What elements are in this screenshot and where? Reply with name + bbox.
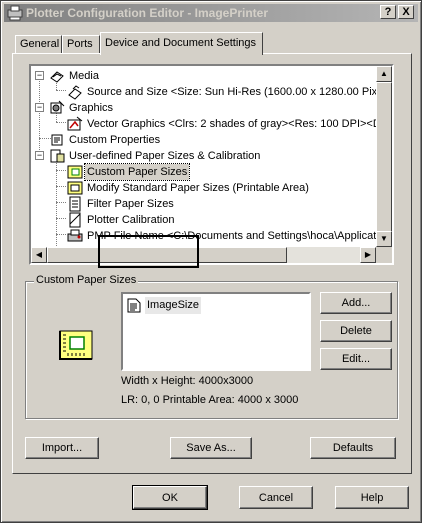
tree-item-vector-graphics[interactable]: Vector Graphics <Clrs: 2 shades of gray>…: [31, 116, 392, 132]
dialog-window: Plotter Configuration Editor - ImagePrin…: [0, 0, 422, 523]
pmp-file-icon: [67, 229, 83, 242]
plotter-app-icon: [7, 5, 23, 21]
help-button[interactable]: Help: [335, 486, 409, 509]
tab-general[interactable]: General: [15, 35, 62, 54]
delete-button[interactable]: Delete: [320, 320, 392, 342]
cancel-button[interactable]: Cancel: [239, 486, 313, 509]
collapse-graphics-toggle[interactable]: −: [35, 103, 44, 112]
collapse-user-defined-toggle[interactable]: −: [35, 151, 44, 160]
window-title: Plotter Configuration Editor - ImagePrin…: [26, 6, 269, 20]
scroll-right-button[interactable]: ▶: [360, 247, 376, 263]
settings-tree[interactable]: − Media Source and Size <Size: Sun Hi-Re…: [29, 64, 394, 265]
scroll-left-button[interactable]: ◀: [31, 247, 47, 263]
document-icon: [127, 298, 141, 313]
tree-item-modify-standard-paper[interactable]: Modify Standard Paper Sizes (Printable A…: [31, 180, 376, 196]
custom-paper-sizes-icon: [67, 165, 83, 179]
tree-item-media[interactable]: − Media: [31, 68, 376, 84]
paper-size-ruler-icon: [59, 330, 93, 360]
tree-item-user-defined-paper[interactable]: − User-defined Paper Sizes & Calibration: [31, 148, 376, 164]
modify-paper-sizes-icon: [67, 181, 83, 195]
import-button[interactable]: Import...: [25, 437, 99, 459]
add-button[interactable]: Add...: [320, 292, 392, 314]
save-as-button[interactable]: Save As...: [170, 437, 252, 459]
tree-item-custom-properties[interactable]: Custom Properties: [31, 132, 376, 148]
scroll-corner: [376, 247, 392, 263]
plotter-calibration-icon: [69, 212, 81, 228]
tree-item-custom-paper-sizes[interactable]: Custom Paper Sizes: [31, 163, 376, 181]
tree-item-filter-paper-sizes[interactable]: Filter Paper Sizes: [31, 196, 376, 212]
defaults-button[interactable]: Defaults: [310, 437, 396, 459]
help-title-button[interactable]: ?: [380, 5, 396, 19]
edit-button[interactable]: Edit...: [320, 348, 392, 370]
collapse-media-toggle[interactable]: −: [35, 71, 44, 80]
graphics-icon: [50, 100, 65, 114]
tree-horizontal-scrollbar[interactable]: ◀ ▶: [31, 247, 376, 263]
ok-button[interactable]: OK: [132, 485, 208, 510]
tab-device-document-settings[interactable]: Device and Document Settings: [100, 32, 263, 55]
size-info-text: Width x Height: 4000x3000: [121, 375, 254, 387]
tree-item-plotter-calibration[interactable]: Plotter Calibration: [31, 212, 376, 228]
paper-sizes-list[interactable]: ImageSize: [121, 292, 311, 371]
annotation-highlight-box: [98, 235, 199, 268]
tab-ports[interactable]: Ports: [62, 35, 100, 54]
vertical-scroll-thumb[interactable]: [376, 82, 392, 232]
tree-vertical-scrollbar[interactable]: ▲ ▼: [376, 66, 392, 247]
vector-graphics-icon: [67, 116, 83, 131]
custom-paper-sizes-group: Custom Paper Sizes ImageSize Add... Dele…: [25, 274, 398, 419]
source-size-icon: [68, 85, 82, 100]
scroll-down-button[interactable]: ▼: [376, 231, 392, 247]
user-defined-paper-icon: [50, 149, 65, 163]
scroll-up-button[interactable]: ▲: [376, 66, 392, 82]
media-icon: [50, 71, 64, 83]
close-button[interactable]: X: [398, 5, 414, 19]
tree-item-source-and-size[interactable]: Source and Size <Size: Sun Hi-Res (1600.…: [31, 84, 392, 100]
printable-area-info-text: LR: 0, 0 Printable Area: 4000 x 3000: [121, 394, 299, 406]
title-bar[interactable]: Plotter Configuration Editor - ImagePrin…: [4, 4, 418, 22]
tab-panel: − Media Source and Size <Size: Sun Hi-Re…: [12, 53, 412, 474]
tree-item-graphics[interactable]: − Graphics: [31, 100, 376, 116]
group-title: Custom Paper Sizes: [34, 274, 139, 286]
custom-properties-icon: [51, 134, 63, 146]
filter-paper-icon: [69, 196, 81, 212]
tree-item-pmp-file-name[interactable]: PMP File Name <C:\Documents and Settings…: [31, 228, 392, 244]
